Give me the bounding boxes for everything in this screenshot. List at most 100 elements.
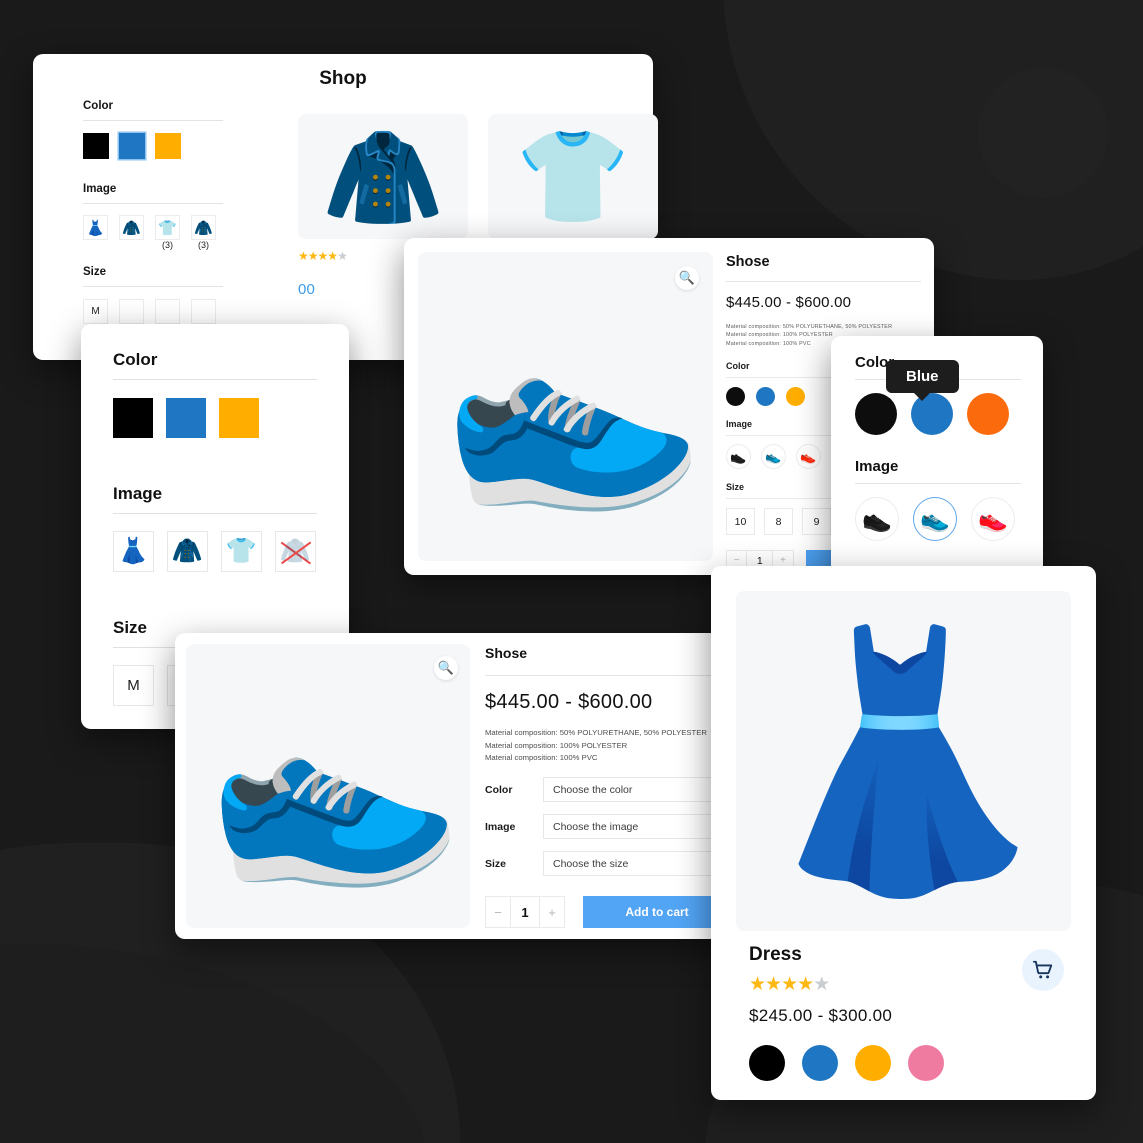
color-tooltip: Blue xyxy=(886,360,959,393)
dress-icon: 👗 xyxy=(747,621,1060,900)
facets-color-section: Color xyxy=(113,350,317,438)
variant-image-title: Image xyxy=(855,458,899,475)
shoe-size-9[interactable]: 9 xyxy=(802,508,831,536)
shop-size-m[interactable]: M xyxy=(83,299,108,324)
shoe-color-black[interactable] xyxy=(726,387,745,407)
variant-color-black[interactable] xyxy=(855,393,897,435)
dress-color-options xyxy=(749,1045,1059,1081)
shop-color-swatch-yellow[interactable] xyxy=(155,133,181,159)
shoe-detail-card-large: 👟 🔍 Shose $445.00 - $600.00 Material com… xyxy=(175,633,768,939)
facets-image-polo-shirt[interactable]: 👕 xyxy=(221,531,262,572)
quantity-value[interactable]: 1 xyxy=(511,896,539,929)
thumb-count xyxy=(83,240,108,252)
product-price: $445.00 - $600.00 xyxy=(726,294,852,311)
polo-shirt-icon: 👕 xyxy=(155,215,180,240)
size-label: Size xyxy=(485,857,507,870)
facet-size: Size M xyxy=(83,266,223,324)
facets-image-hoodie[interactable]: 🧥 xyxy=(167,531,208,572)
facets-color-blue[interactable] xyxy=(166,398,206,438)
sneaker-icon: 👟 xyxy=(920,505,950,533)
sneaker-icon: 👟 xyxy=(765,448,782,464)
shoe-color-yellow[interactable] xyxy=(786,387,805,407)
dress-color-black[interactable] xyxy=(749,1045,785,1081)
quantity-decrement-button[interactable]: − xyxy=(485,896,511,929)
variant-image-black[interactable]: 👟 xyxy=(855,497,899,541)
variant-image-blue-selected[interactable]: 👟 xyxy=(913,497,957,541)
shop-size-2[interactable] xyxy=(119,299,144,324)
variant-image-orange[interactable]: 👟 xyxy=(971,497,1015,541)
hoodie-icon: 🧥 xyxy=(171,537,204,565)
quantity-increment-button[interactable]: + xyxy=(539,896,565,929)
dress-info: Dress ★★★★★ $245.00 - $300.00 xyxy=(749,944,1059,1081)
dress-icon: 👗 xyxy=(117,537,150,565)
rating-stars: ★★★★★ xyxy=(298,249,348,263)
product-image: 👟 🔍 xyxy=(186,644,470,928)
add-to-cart-icon-button[interactable] xyxy=(1022,949,1064,991)
facets-image-white-shirt-disabled[interactable]: 🧥 xyxy=(275,531,316,572)
shop-image-thumb-dress[interactable]: 👗 xyxy=(83,215,108,252)
jacket-icon: 🧥 xyxy=(191,215,216,240)
shop-facet-panel: Color Image 👗 🧥 � xyxy=(83,100,223,324)
shop-image-thumb-hoodie[interactable]: 🧥 xyxy=(119,215,144,252)
image-select-value: Choose the image xyxy=(553,820,639,833)
material-composition: Material composition: 50% POLYURETHANE, … xyxy=(485,728,707,763)
shopping-cart-icon xyxy=(1032,960,1053,979)
shop-size-3[interactable] xyxy=(155,299,180,324)
image-label: Image xyxy=(485,820,516,833)
product-image: 👗 xyxy=(736,591,1071,931)
product-price: $445.00 - $600.00 xyxy=(485,691,653,713)
quantity-and-cart-row: − 1 + Add to cart xyxy=(485,896,745,929)
polo-shirt-icon: 👕 xyxy=(515,125,631,228)
product-image: 👕 xyxy=(488,114,658,239)
product-title: Shose xyxy=(485,645,528,661)
facets-color-title: Color xyxy=(113,350,158,369)
shoe-size-8[interactable]: 8 xyxy=(764,508,793,536)
add-to-cart-button[interactable]: Add to cart xyxy=(583,896,731,929)
color-field-row: Color Choose the color ⌄ xyxy=(485,777,745,803)
shoe-image-black[interactable]: 👟 xyxy=(726,444,751,470)
dress-color-pink[interactable] xyxy=(908,1045,944,1081)
shirt-icon: 🧥 xyxy=(279,537,312,565)
divider xyxy=(83,203,223,204)
shoe-size-10[interactable]: 10 xyxy=(726,508,755,536)
divider xyxy=(855,483,1021,484)
shop-color-swatch-blue[interactable] xyxy=(119,133,145,159)
shop-image-thumb-polo-shirt[interactable]: 👕 (3) xyxy=(155,215,180,252)
facet-color-label: Color xyxy=(83,100,114,112)
search-icon[interactable]: 🔍 xyxy=(675,266,699,290)
size-field-row: Size Choose the size ⌄ xyxy=(485,851,745,877)
dress-color-blue[interactable] xyxy=(802,1045,838,1081)
thumb-count: (3) xyxy=(198,240,209,250)
hoodie-icon: 🧥 xyxy=(321,121,445,232)
shoe-info-pane: Shose $445.00 - $600.00 Material composi… xyxy=(485,645,745,929)
shoe-image-yellow[interactable]: 👟 xyxy=(796,444,821,470)
product-title: Shose xyxy=(726,254,770,270)
hoodie-icon: 🧥 xyxy=(119,215,144,240)
facets-image-dress[interactable]: 👗 xyxy=(113,531,154,572)
facet-image-label: Image xyxy=(83,183,117,195)
bg-circle-top-right xyxy=(978,68,1108,198)
facets-image-title: Image xyxy=(113,484,163,503)
color-label: Color xyxy=(485,783,513,796)
polo-shirt-icon: 👕 xyxy=(225,537,258,565)
sneaker-icon: 👟 xyxy=(978,505,1008,533)
facets-image-section: Image 👗 🧥 👕 🧥 xyxy=(113,484,317,572)
dress-color-yellow[interactable] xyxy=(855,1045,891,1081)
facets-color-yellow[interactable] xyxy=(219,398,259,438)
divider xyxy=(83,120,223,121)
shop-color-swatch-black[interactable] xyxy=(83,133,109,159)
facet-size-label: Size xyxy=(83,266,107,278)
sneaker-icon: 👟 xyxy=(418,267,713,546)
divider xyxy=(113,379,317,380)
sneaker-icon: 👟 xyxy=(730,448,747,464)
divider xyxy=(485,675,745,676)
shoe-image-blue[interactable]: 👟 xyxy=(761,444,786,470)
shoe-color-blue[interactable] xyxy=(756,387,775,407)
facets-color-black[interactable] xyxy=(113,398,153,438)
size-select-value: Choose the size xyxy=(553,857,629,870)
shop-size-4[interactable] xyxy=(191,299,216,324)
search-icon[interactable]: 🔍 xyxy=(434,656,458,680)
facets-size-m[interactable]: M xyxy=(113,665,154,706)
shop-image-thumb-jacket[interactable]: 🧥 (3) xyxy=(191,215,216,252)
variant-color-orange[interactable] xyxy=(967,393,1009,435)
